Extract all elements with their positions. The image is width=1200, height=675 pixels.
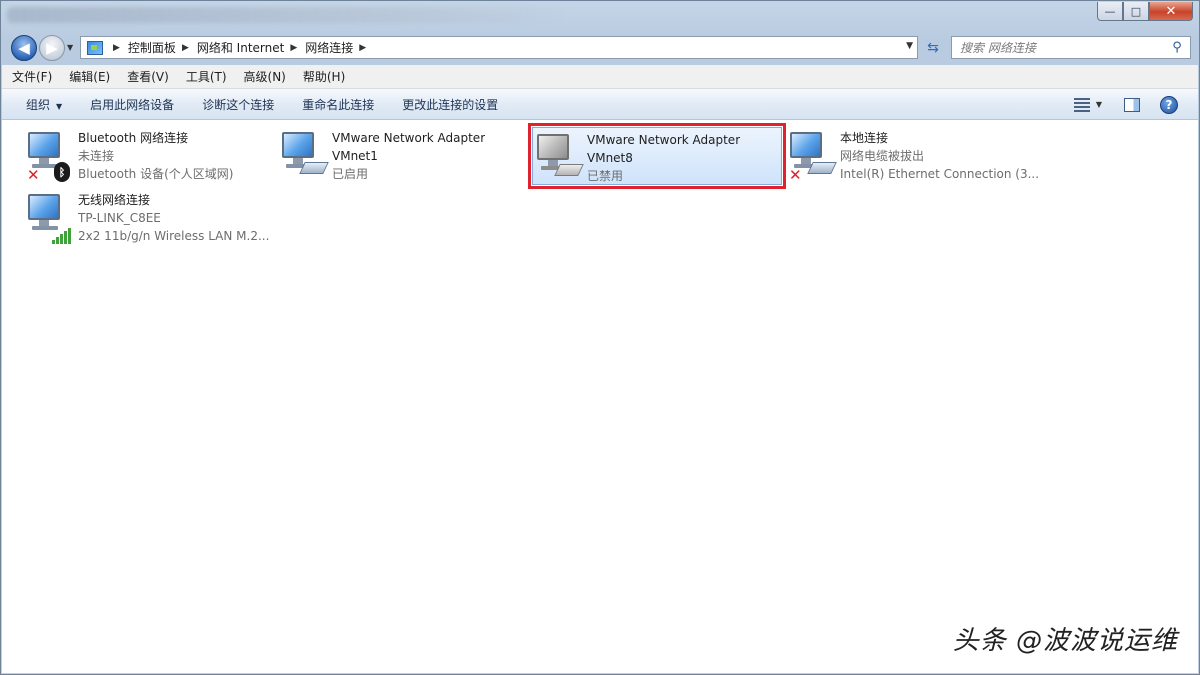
connection-wireless[interactable]: 无线网络连接 TP-LINK_C8EE 2x2 11b/g/n Wireless… <box>24 188 276 246</box>
network-cable-icon <box>807 162 837 174</box>
change-settings-button[interactable]: 更改此连接的设置 <box>388 96 512 113</box>
chevron-right-icon[interactable]: ▶ <box>113 43 120 53</box>
chevron-down-icon: ▼ <box>56 101 63 111</box>
organize-label: 组织 <box>26 97 51 112</box>
connection-name: VMware Network Adapter <box>332 131 486 145</box>
connection-device: 2x2 11b/g/n Wireless LAN M.2... <box>78 229 270 243</box>
connection-bluetooth[interactable]: ✕ ᛒ Bluetooth 网络连接 未连接 Bluetooth 设备(个人区域… <box>24 126 276 184</box>
connection-text: 无线网络连接 TP-LINK_C8EE 2x2 11b/g/n Wireless… <box>78 188 269 246</box>
address-bar[interactable]: ▶ 控制面板 ▶ 网络和 Internet ▶ 网络连接 ▶ ▼ <box>80 36 918 59</box>
blurred-title-region <box>7 7 567 23</box>
organize-button[interactable]: 组织 ▼ <box>2 96 76 113</box>
connection-vmnet1[interactable]: VMware Network Adapter VMnet1 已启用 <box>278 126 530 184</box>
search-input[interactable] <box>952 37 1168 58</box>
menu-edit[interactable]: 编辑(E) <box>69 68 110 85</box>
back-button[interactable]: ◀ <box>11 35 37 61</box>
monitor-icon <box>28 194 60 226</box>
red-highlight-box <box>528 123 786 189</box>
chevron-down-icon[interactable]: ▼ <box>1096 100 1102 109</box>
network-connection-icon <box>278 126 332 184</box>
minimize-button[interactable]: — <box>1097 2 1123 21</box>
preview-pane-icon[interactable] <box>1124 97 1140 112</box>
chevron-right-icon[interactable]: ▶ <box>359 43 366 53</box>
menu-bar: 文件(F) 编辑(E) 查看(V) 工具(T) 高级(N) 帮助(H) <box>2 65 1198 89</box>
enable-device-button[interactable]: 启用此网络设备 <box>76 96 188 113</box>
title-bar: — □ ✕ <box>1 1 1199 31</box>
control-panel-icon <box>87 40 103 55</box>
navigation-bar: ◀ ▶ ▼ ▶ 控制面板 ▶ 网络和 Internet ▶ 网络连接 ▶ ▼ ⇆… <box>1 31 1199 65</box>
menu-tools[interactable]: 工具(T) <box>186 68 227 85</box>
chevron-right-icon[interactable]: ▶ <box>182 43 189 53</box>
arrow-left-icon: ◀ <box>18 39 30 57</box>
wifi-signal-icon <box>52 228 74 244</box>
connection-local[interactable]: ✕ 本地连接 网络电缆被拔出 Intel(R) Ethernet Connect… <box>786 126 1046 184</box>
address-history-dropdown[interactable]: ▼ <box>906 41 913 51</box>
search-box: ⚲ <box>951 36 1191 59</box>
search-icon[interactable]: ⚲ <box>1168 40 1186 55</box>
explorer-window: — □ ✕ ◀ ▶ ▼ ▶ 控制面板 ▶ 网络和 Internet ▶ 网络连接… <box>0 0 1200 675</box>
connection-name: Bluetooth 网络连接 <box>78 131 189 145</box>
connection-text: Bluetooth 网络连接 未连接 Bluetooth 设备(个人区域网) <box>78 126 233 184</box>
chevron-right-icon[interactable]: ▶ <box>290 43 297 53</box>
watermark: 头条 @波波说运维 <box>952 626 1178 656</box>
connection-status: 未连接 <box>78 149 115 163</box>
disconnected-x-icon: ✕ <box>27 166 40 184</box>
command-bar: 组织 ▼ 启用此网络设备 诊断这个连接 重命名此连接 更改此连接的设置 ▼ ? <box>2 89 1198 120</box>
breadcrumb-network-connections[interactable]: 网络连接 <box>305 39 353 56</box>
refresh-icon: ⇆ <box>927 39 939 56</box>
monitor-icon <box>282 132 314 164</box>
connections-list: ✕ ᛒ Bluetooth 网络连接 未连接 Bluetooth 设备(个人区域… <box>2 120 1198 673</box>
network-connection-icon <box>24 188 78 246</box>
connection-text: VMware Network Adapter VMnet1 已启用 <box>332 126 485 184</box>
breadcrumb-network-internet[interactable]: 网络和 Internet <box>197 39 284 56</box>
connection-status: VMnet1 <box>332 149 378 163</box>
help-icon[interactable]: ? <box>1160 95 1178 114</box>
connection-name: 无线网络连接 <box>78 193 151 207</box>
breadcrumb-control-panel[interactable]: 控制面板 <box>128 39 176 56</box>
bluetooth-icon: ᛒ <box>54 162 70 182</box>
diagnose-button[interactable]: 诊断这个连接 <box>188 96 288 113</box>
connection-ssid: TP-LINK_C8EE <box>78 211 161 225</box>
maximize-button[interactable]: □ <box>1123 2 1149 21</box>
network-connection-icon: ✕ <box>786 126 840 184</box>
view-options-icon[interactable] <box>1073 97 1090 112</box>
connection-text: 本地连接 网络电缆被拔出 Intel(R) Ethernet Connectio… <box>840 126 1039 184</box>
monitor-icon <box>790 132 822 164</box>
rename-button[interactable]: 重命名此连接 <box>288 96 388 113</box>
window-controls: — □ ✕ <box>1097 2 1193 21</box>
disconnected-x-icon: ✕ <box>789 166 802 184</box>
connection-device: Bluetooth 设备(个人区域网) <box>78 167 234 181</box>
network-cable-icon <box>299 162 329 174</box>
connection-device: 已启用 <box>332 167 369 181</box>
menu-help[interactable]: 帮助(H) <box>303 68 345 85</box>
connection-name: 本地连接 <box>840 131 889 145</box>
menu-file[interactable]: 文件(F) <box>12 68 52 85</box>
monitor-icon <box>28 132 60 164</box>
connection-device: Intel(R) Ethernet Connection (3... <box>840 167 1040 181</box>
network-connection-icon: ✕ ᛒ <box>24 126 78 184</box>
connection-status: 网络电缆被拔出 <box>840 149 925 163</box>
menu-view[interactable]: 查看(V) <box>127 68 169 85</box>
close-button[interactable]: ✕ <box>1149 2 1193 21</box>
recent-pages-dropdown[interactable]: ▼ <box>67 43 73 52</box>
command-bar-right: ▼ ? <box>1073 89 1198 120</box>
arrow-right-icon: ▶ <box>46 39 58 57</box>
menu-advanced[interactable]: 高级(N) <box>244 68 286 85</box>
refresh-button[interactable]: ⇆ <box>922 36 944 59</box>
forward-button[interactable]: ▶ <box>39 35 65 61</box>
